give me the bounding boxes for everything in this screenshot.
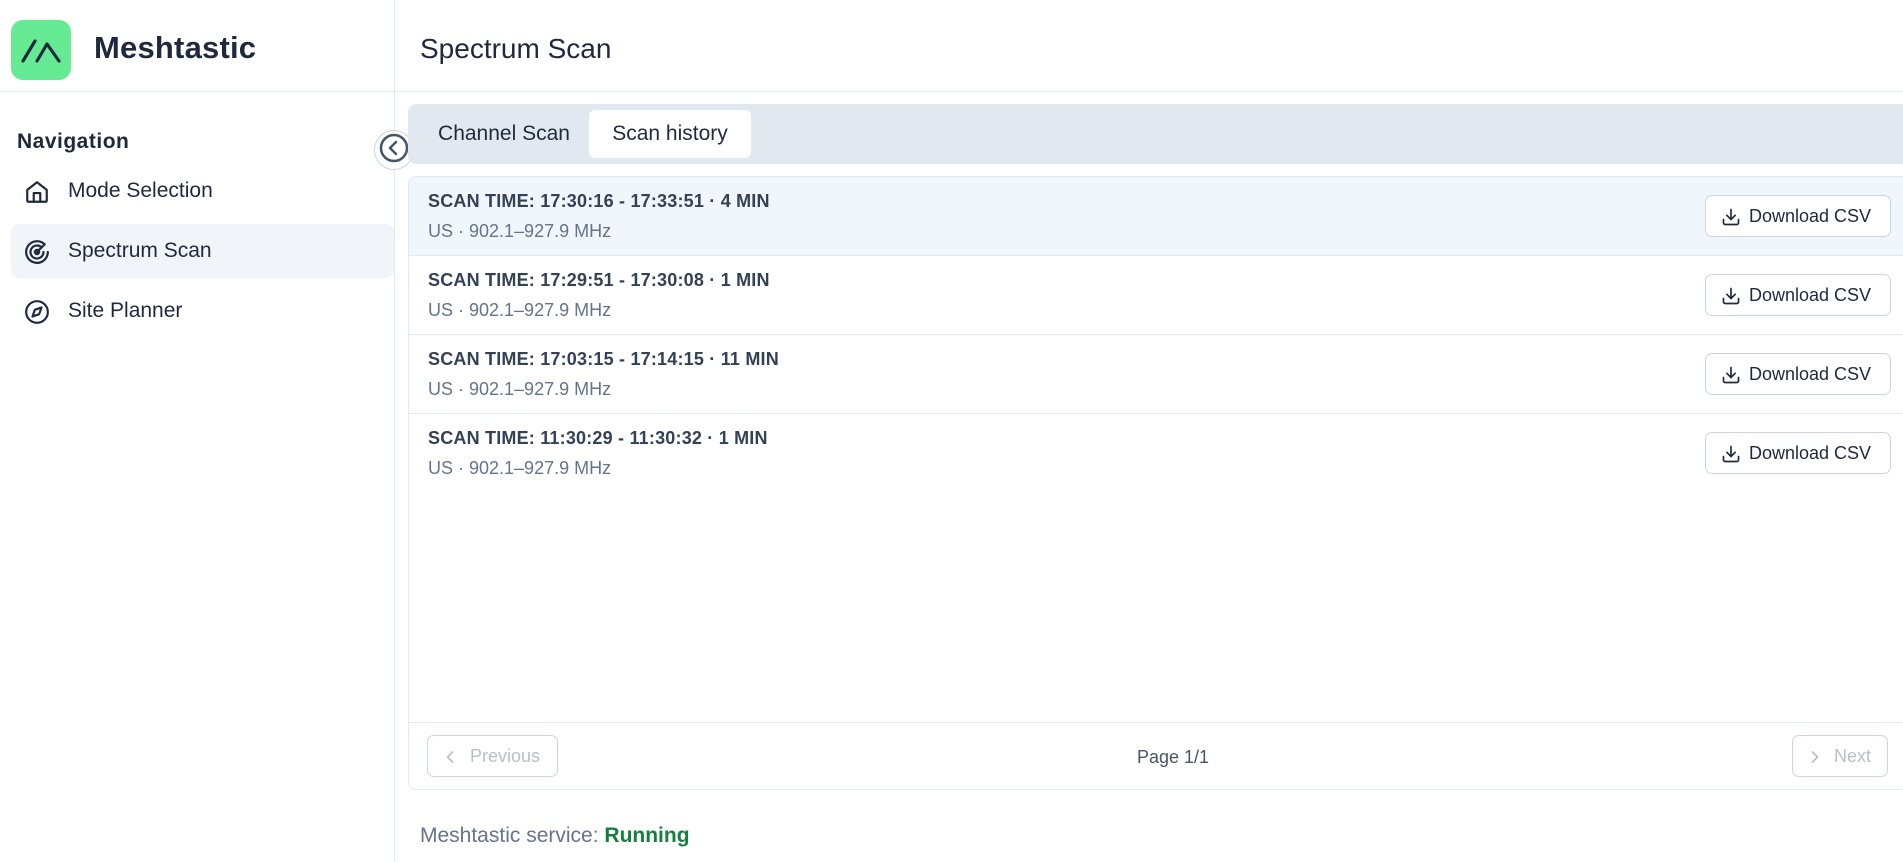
- page-indicator: Page 1/1: [1137, 747, 1210, 767]
- download-icon: [1721, 207, 1741, 227]
- scan-region: US · 902.1–927.9 MHz: [428, 458, 612, 478]
- tab-bar: Channel Scan Scan history: [408, 104, 1903, 164]
- previous-button[interactable]: Previous: [427, 735, 558, 777]
- sidebar-item-label: Spectrum Scan: [68, 239, 212, 262]
- scan-history-panel: SCAN TIME: 17:30:16 - 17:33:51 · 4 MIN U…: [408, 176, 1903, 790]
- meshtastic-logo-icon: [11, 20, 71, 80]
- scan-region: US · 902.1–927.9 MHz: [428, 300, 612, 320]
- pagination: Previous Page 1/1 Next: [409, 722, 1903, 790]
- chevron-left-icon: [378, 132, 410, 169]
- scan-region: US · 902.1–927.9 MHz: [428, 221, 612, 241]
- sidebar-item-label: Site Planner: [68, 299, 183, 322]
- download-csv-label: Download CSV: [1749, 443, 1872, 463]
- chevron-left-icon: [440, 747, 460, 767]
- app-name: Meshtastic: [94, 30, 257, 65]
- scan-time: SCAN TIME: 17:03:15 - 17:14:15 · 11 MIN: [428, 349, 779, 369]
- scan-row: SCAN TIME: 17:30:16 - 17:33:51 · 4 MIN U…: [409, 177, 1903, 256]
- app-root: Meshtastic Navigation Mode Selection Spe…: [0, 0, 1903, 862]
- next-label: Next: [1834, 746, 1872, 766]
- brand-header: Meshtastic: [0, 0, 395, 92]
- download-csv-button[interactable]: Download CSV: [1705, 432, 1891, 474]
- scan-time: SCAN TIME: 11:30:29 - 11:30:32 · 1 MIN: [428, 428, 768, 448]
- page-title: Spectrum Scan: [420, 33, 612, 64]
- home-icon: [24, 179, 50, 205]
- previous-label: Previous: [470, 746, 541, 766]
- chevron-right-icon: [1805, 747, 1825, 767]
- service-status: Meshtastic service: Running: [420, 824, 690, 848]
- download-csv-label: Download CSV: [1749, 285, 1872, 305]
- tab-label: Scan history: [612, 122, 728, 145]
- download-icon: [1721, 286, 1741, 306]
- sidebar-item-label: Mode Selection: [68, 179, 213, 202]
- service-status-label: Meshtastic service:: [420, 824, 599, 847]
- sidebar-item-spectrum-scan[interactable]: Spectrum Scan: [11, 224, 394, 278]
- tab-channel-scan[interactable]: Channel Scan: [421, 110, 587, 158]
- radar-icon: [24, 239, 50, 265]
- scan-time: SCAN TIME: 17:30:16 - 17:33:51 · 4 MIN: [428, 191, 770, 211]
- nav-heading: Navigation: [17, 130, 130, 153]
- tab-label: Channel Scan: [438, 122, 570, 145]
- service-status-value: Running: [604, 824, 690, 847]
- download-csv-button[interactable]: Download CSV: [1705, 274, 1891, 316]
- download-csv-button[interactable]: Download CSV: [1705, 195, 1891, 237]
- scan-row: SCAN TIME: 17:29:51 - 17:30:08 · 1 MIN U…: [409, 256, 1903, 335]
- page-header: Spectrum Scan: [396, 0, 1903, 92]
- download-icon: [1721, 444, 1741, 464]
- scan-region: US · 902.1–927.9 MHz: [428, 379, 612, 399]
- compass-icon: [24, 299, 50, 325]
- next-button[interactable]: Next: [1792, 735, 1888, 777]
- sidebar-item-site-planner[interactable]: Site Planner: [11, 284, 394, 338]
- download-csv-label: Download CSV: [1749, 364, 1872, 384]
- download-csv-button[interactable]: Download CSV: [1705, 353, 1891, 395]
- sidebar-item-mode-selection[interactable]: Mode Selection: [11, 164, 394, 218]
- scan-time: SCAN TIME: 17:29:51 - 17:30:08 · 1 MIN: [428, 270, 770, 290]
- download-csv-label: Download CSV: [1749, 206, 1872, 226]
- tab-scan-history[interactable]: Scan history: [589, 110, 751, 158]
- sidebar: Meshtastic Navigation Mode Selection Spe…: [0, 0, 395, 862]
- scan-row: SCAN TIME: 11:30:29 - 11:30:32 · 1 MIN U…: [409, 414, 1903, 493]
- scan-row: SCAN TIME: 17:03:15 - 17:14:15 · 11 MIN …: [409, 335, 1903, 414]
- download-icon: [1721, 365, 1741, 385]
